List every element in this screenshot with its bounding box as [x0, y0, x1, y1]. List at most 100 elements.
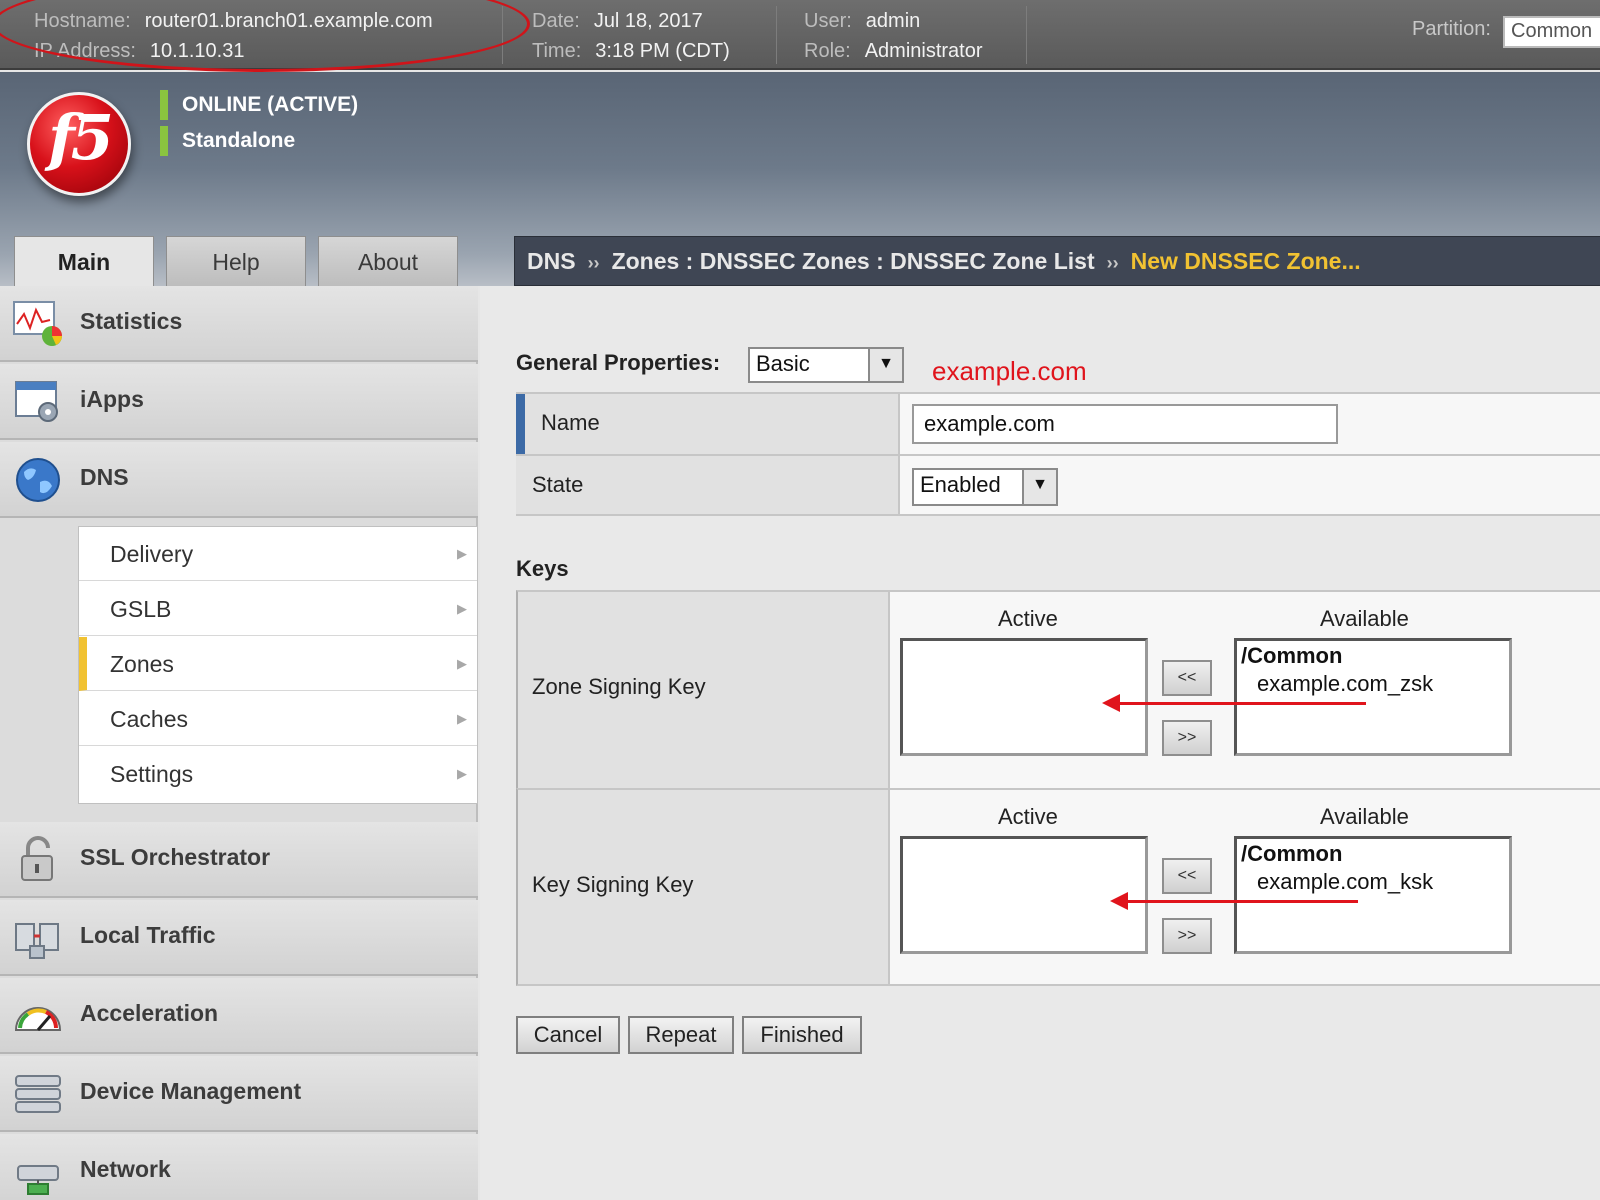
server-icon — [15, 1075, 61, 1113]
sidebar-item-iapps[interactable]: iApps — [0, 364, 478, 440]
partition-label: Partition: — [1412, 18, 1491, 40]
time-value: 3:18 PM (CDT) — [595, 40, 730, 62]
zsk-add-button[interactable]: << — [1162, 660, 1212, 696]
ksk-partition-group: /Common — [1241, 841, 1343, 866]
zsk-value-cell: Active Available << >> /Common example.c… — [890, 592, 1600, 788]
breadcrumb: DNS ›› Zones : DNSSEC Zones : DNSSEC Zone … — [514, 236, 1600, 286]
user-label: User: — [804, 10, 852, 32]
keys-title: Keys — [516, 556, 569, 581]
chevron-right-icon: ▶ — [457, 601, 467, 616]
sidebar-item-label: Statistics — [80, 308, 183, 334]
submenu-label: Zones — [110, 651, 174, 677]
select-value: Enabled — [920, 472, 1001, 497]
sidebar-item-network[interactable]: Network — [0, 1134, 478, 1200]
ksk-label: Key Signing Key — [518, 790, 890, 984]
zsk-label: Zone Signing Key — [518, 592, 890, 788]
cancel-button[interactable]: Cancel — [516, 1016, 620, 1054]
sidebar-item-label: SSL Orchestrator — [80, 844, 271, 870]
submenu-item-caches[interactable]: Caches ▶ — [79, 692, 477, 746]
gauge-icon — [14, 1007, 62, 1031]
ksk-available-listbox[interactable]: /Common example.com_ksk — [1234, 836, 1512, 954]
breadcrumb-path[interactable]: Zones : DNSSEC Zones : DNSSEC Zone List — [612, 248, 1095, 274]
zone-signing-key-row: Zone Signing Key Active Available << >> … — [516, 590, 1600, 788]
sidebar-item-device-management[interactable]: Device Management — [0, 1056, 478, 1132]
time-label: Time: — [532, 40, 582, 62]
ksk-option[interactable]: example.com_ksk — [1257, 869, 1433, 895]
f5-logo[interactable]: f5 — [27, 92, 131, 196]
state-label: State — [516, 456, 900, 514]
breadcrumb-separator: ›› — [587, 253, 600, 273]
tab-help[interactable]: Help — [166, 236, 306, 286]
divider — [1026, 6, 1027, 64]
ksk-value-cell: Active Available << >> /Common example.c… — [890, 790, 1600, 984]
statistics-icon — [13, 301, 62, 346]
repeat-button[interactable]: Repeat — [628, 1016, 734, 1054]
ksk-remove-button[interactable]: >> — [1162, 918, 1212, 954]
dns-submenu: Delivery ▶ GSLB ▶ Zones ▶ Caches ▶ Settings ▶ — [78, 526, 478, 804]
submenu-item-zones[interactable]: Zones ▶ — [79, 637, 477, 691]
bigip-config-page: Hostname: router01.branch01.example.com I… — [0, 0, 1600, 1200]
submenu-item-settings[interactable]: Settings ▶ — [79, 747, 477, 801]
submenu-label: Settings — [110, 761, 194, 787]
sidebar-item-label: iApps — [80, 386, 144, 412]
logo-text: f5 — [48, 101, 114, 174]
ksk-active-header: Active — [998, 804, 1058, 829]
state-value-cell: Enabled ▼ — [900, 456, 1600, 514]
key-signing-key-row: Key Signing Key Active Available << >> /… — [516, 788, 1600, 986]
tab-about[interactable]: About — [318, 236, 458, 286]
zsk-remove-button[interactable]: >> — [1162, 720, 1212, 756]
tab-main[interactable]: Main — [14, 236, 154, 288]
system-status-bar: Hostname: router01.branch01.example.com I… — [0, 0, 1600, 72]
state-select[interactable]: Enabled ▼ — [912, 468, 1058, 506]
sidebar-item-dns[interactable]: DNS — [0, 442, 478, 518]
arrow-head-icon — [1110, 892, 1128, 910]
zsk-available-listbox[interactable]: /Common example.com_zsk — [1234, 638, 1512, 756]
iapps-icon — [15, 381, 58, 422]
name-row: Name example.com — [516, 392, 1600, 454]
network-icon — [17, 1165, 59, 1195]
sidebar-item-label: DNS — [80, 464, 129, 490]
name-value-cell: example.com — [900, 394, 1600, 454]
sidebar-item-ssl-orchestrator[interactable]: SSL Orchestrator — [0, 822, 478, 898]
select-value: Basic — [756, 351, 810, 376]
name-input[interactable]: example.com — [912, 404, 1338, 444]
ksk-add-button[interactable]: << — [1162, 858, 1212, 894]
failover-status: ONLINE (ACTIVE) — [160, 90, 358, 120]
user-value: admin — [865, 10, 921, 32]
sidebar-item-label: Local Traffic — [80, 922, 216, 948]
role-label: Role: — [804, 40, 851, 62]
partition-select[interactable]: Common — [1503, 16, 1600, 48]
zsk-active-header: Active — [998, 606, 1058, 631]
arrow-head-icon — [1102, 694, 1120, 712]
sidebar-item-local-traffic[interactable]: Local Traffic — [0, 900, 478, 976]
date-label: Date: — [532, 10, 580, 32]
breadcrumb-separator: ›› — [1106, 253, 1119, 273]
ksk-available-header: Available — [1320, 804, 1409, 829]
sidebar-item-statistics[interactable]: Statistics — [0, 286, 478, 362]
chevron-down-icon: ▼ — [868, 349, 902, 381]
divider — [776, 6, 777, 64]
breadcrumb-root[interactable]: DNS — [527, 248, 576, 274]
user-info: User: admin Role: Administrator — [804, 6, 983, 66]
padlock-icon — [21, 836, 53, 881]
main-content: General Properties: Basic ▼ example.com … — [480, 286, 1600, 1200]
chevron-right-icon: ▶ — [457, 766, 467, 781]
main-sidebar: Statistics iApps DNS Delivery ▶ GSLB ▶ Zon… — [0, 286, 478, 1200]
annotation-text: example.com — [932, 356, 1087, 386]
finished-button[interactable]: Finished — [742, 1016, 862, 1054]
sidebar-item-acceleration[interactable]: Acceleration — [0, 978, 478, 1054]
globe-icon — [16, 458, 60, 502]
arrow-annotation — [1126, 900, 1358, 903]
state-row: State Enabled ▼ — [516, 454, 1600, 516]
chevron-right-icon: ▶ — [457, 656, 467, 671]
zsk-option[interactable]: example.com_zsk — [1257, 671, 1433, 697]
zsk-available-header: Available — [1320, 606, 1409, 631]
general-properties-select[interactable]: Basic ▼ — [748, 347, 904, 383]
arrow-annotation — [1118, 702, 1366, 705]
zsk-partition-group: /Common — [1241, 643, 1343, 668]
chevron-right-icon: ▶ — [457, 546, 467, 561]
submenu-item-gslb[interactable]: GSLB ▶ — [79, 582, 477, 636]
date-time-info: Date: Jul 18, 2017 Time: 3:18 PM (CDT) — [532, 6, 730, 66]
submenu-item-delivery[interactable]: Delivery ▶ — [79, 527, 477, 581]
name-label: Name — [516, 394, 900, 454]
